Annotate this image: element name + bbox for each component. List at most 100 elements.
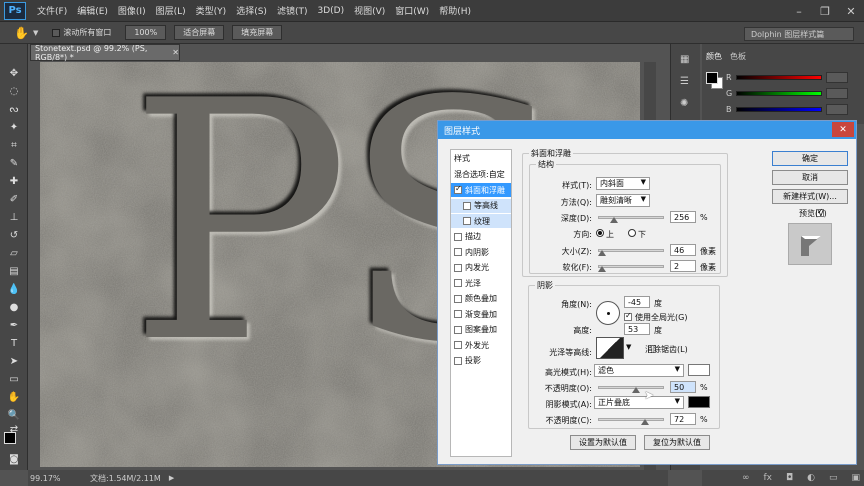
brush-tool-icon[interactable]: ✐ <box>6 192 22 207</box>
altitude-input[interactable]: 53 <box>624 323 650 335</box>
gloss-contour-picker[interactable] <box>596 337 624 359</box>
style-item-checkbox[interactable] <box>454 294 462 303</box>
foreground-color-swatch[interactable] <box>4 432 16 444</box>
adjustments-icon[interactable]: ✺ <box>680 98 694 112</box>
global-light-checkbox[interactable] <box>624 311 632 321</box>
dropdown-arrow-icon[interactable]: ▼ <box>33 29 38 37</box>
size-slider-thumb[interactable] <box>598 250 606 256</box>
depth-input[interactable]: 256 <box>670 211 696 223</box>
fill-screen-button[interactable]: 填充屏幕 <box>232 25 283 40</box>
style-item-checkbox[interactable] <box>463 217 471 225</box>
menu-image[interactable]: 图像(I) <box>113 4 151 17</box>
scroll-all-checkbox[interactable] <box>52 28 61 37</box>
red-slider[interactable]: R <box>726 71 848 83</box>
close-tab-icon[interactable]: ✕ <box>172 48 179 57</box>
style-item[interactable]: 颜色叠加 <box>451 292 511 306</box>
ok-button[interactable]: 确定 <box>772 151 848 166</box>
clone-stamp-icon[interactable]: ⊥ <box>6 210 22 225</box>
highlight-mode-select[interactable]: 滤色 ▼ <box>594 364 684 377</box>
style-select[interactable]: 内斜面 ▼ <box>596 177 650 190</box>
dodge-tool-icon[interactable]: ● <box>6 300 22 315</box>
angle-input[interactable]: -45 <box>624 296 650 308</box>
dialog-titlebar[interactable]: 图层样式 <box>438 121 856 139</box>
style-item[interactable]: 投影 <box>451 354 511 368</box>
minimize-icon[interactable]: – <box>786 0 812 22</box>
direction-down-radio[interactable] <box>628 229 636 237</box>
menu-filter[interactable]: 滤镜(T) <box>272 4 313 17</box>
lasso-tool-icon[interactable]: ᔓ <box>6 102 22 117</box>
soften-slider[interactable] <box>598 265 664 268</box>
shadow-opacity-input[interactable]: 72 <box>670 413 696 425</box>
link-layers-icon[interactable]: ∞ <box>742 473 750 483</box>
gradient-tool-icon[interactable]: ▤ <box>6 264 22 279</box>
menu-window[interactable]: 窗口(W) <box>390 4 434 17</box>
zoom-tool-icon[interactable]: 🔍 <box>6 408 22 423</box>
style-item[interactable]: 斜面和浮雕 <box>451 183 511 197</box>
style-item-checkbox[interactable] <box>454 232 462 241</box>
blue-slider[interactable]: B <box>726 103 848 115</box>
document-tab[interactable]: Stonetext.psd @ 99.2% (PS, RGB/8*) * ✕ <box>30 44 180 62</box>
size-input[interactable]: 46 <box>670 244 696 256</box>
quick-mask-icon[interactable]: ◙ <box>6 452 22 467</box>
zoom-level[interactable]: 99.17% <box>30 474 70 483</box>
properties-icon[interactable]: ☰ <box>680 76 694 90</box>
style-item-checkbox[interactable] <box>454 341 462 349</box>
depth-slider-thumb[interactable] <box>610 217 618 223</box>
style-item[interactable]: 渐变叠加 <box>451 307 511 321</box>
blending-options-item[interactable]: 混合选项:自定 <box>451 167 511 181</box>
dialog-close-button[interactable]: ✕ <box>832 122 854 137</box>
style-item-checkbox[interactable] <box>454 310 462 318</box>
zoom-100-button[interactable]: 100% <box>125 25 167 40</box>
path-selection-icon[interactable]: ➤ <box>6 354 22 369</box>
style-item[interactable]: 内阴影 <box>451 245 511 259</box>
depth-slider[interactable] <box>598 216 664 219</box>
healing-brush-icon[interactable]: ✚ <box>6 174 22 189</box>
menu-edit[interactable]: 编辑(E) <box>72 4 113 17</box>
contour-dropdown-icon[interactable]: ▼ <box>626 343 631 351</box>
mask-icon[interactable]: ◘ <box>786 473 793 483</box>
menu-layer[interactable]: 图层(L) <box>151 4 191 17</box>
fx-icon[interactable]: fx <box>764 473 773 483</box>
style-item[interactable]: 纹理 <box>451 214 511 228</box>
technique-select[interactable]: 雕刻清晰 ▼ <box>596 194 650 207</box>
close-icon[interactable]: ✕ <box>838 0 864 22</box>
size-slider[interactable] <box>598 249 664 252</box>
history-brush-icon[interactable]: ↺ <box>6 228 22 243</box>
direction-up-radio[interactable] <box>596 229 604 237</box>
style-item-checkbox[interactable] <box>454 356 462 365</box>
angle-dial[interactable] <box>596 301 620 325</box>
green-slider[interactable]: G <box>726 87 848 99</box>
menu-select[interactable]: 选择(S) <box>231 4 272 17</box>
type-tool-icon[interactable]: T <box>6 336 22 351</box>
rectangle-tool-icon[interactable]: ▭ <box>6 372 22 387</box>
style-item-checkbox[interactable] <box>454 263 462 272</box>
magic-wand-icon[interactable]: ✦ <box>6 120 22 135</box>
shadow-opacity-thumb[interactable] <box>641 419 649 425</box>
style-item-checkbox[interactable] <box>463 201 471 210</box>
style-item-checkbox[interactable] <box>454 279 462 287</box>
reset-default-button[interactable]: 复位为默认值 <box>644 435 710 450</box>
menu-3d[interactable]: 3D(D) <box>312 6 349 16</box>
menu-file[interactable]: 文件(F) <box>32 4 72 17</box>
fit-screen-button[interactable]: 适合屏幕 <box>174 25 225 40</box>
style-item[interactable]: 图案叠加 <box>451 323 511 337</box>
style-item[interactable]: 等高线 <box>451 198 511 213</box>
shadow-mode-select[interactable]: 正片叠底 ▼ <box>594 396 684 409</box>
marquee-tool-icon[interactable]: ◌ <box>6 84 22 99</box>
hand-tool-icon[interactable]: ✋ <box>6 390 22 405</box>
style-item[interactable]: 内发光 <box>451 261 511 275</box>
style-item[interactable]: 光泽 <box>451 276 511 290</box>
hand-tool-icon[interactable]: ✋ <box>14 26 29 40</box>
restore-icon[interactable]: ❐ <box>812 0 838 22</box>
shadow-color-swatch[interactable] <box>688 396 710 408</box>
style-item[interactable]: 外发光 <box>451 338 511 352</box>
blur-tool-icon[interactable]: 💧 <box>6 282 22 297</box>
highlight-opacity-slider[interactable] <box>598 386 664 389</box>
soften-input[interactable]: 2 <box>670 260 696 272</box>
style-item-checkbox[interactable] <box>454 248 462 256</box>
adjustment-layer-icon[interactable]: ◐ <box>807 473 815 483</box>
eyedropper-icon[interactable]: ✎ <box>6 156 22 171</box>
style-item-checkbox[interactable] <box>454 184 462 194</box>
cancel-button[interactable]: 取消 <box>772 170 848 185</box>
highlight-opacity-thumb[interactable] <box>632 387 640 393</box>
